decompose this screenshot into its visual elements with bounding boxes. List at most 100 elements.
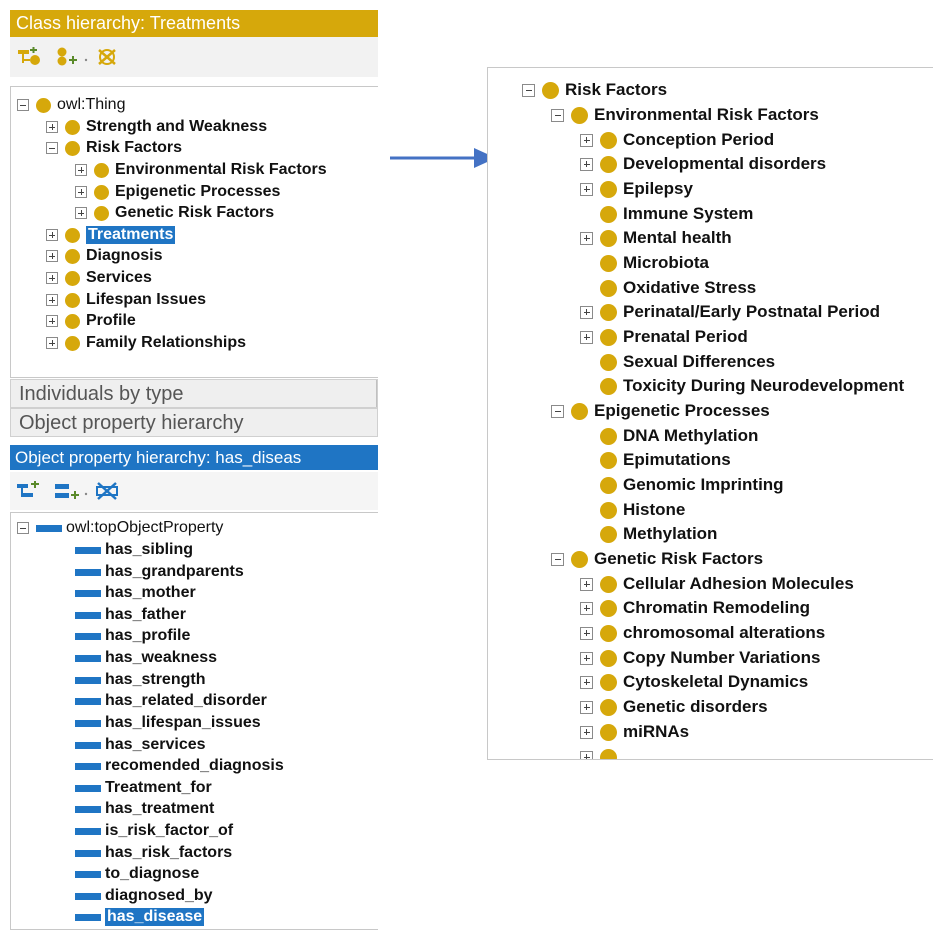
tree-node-child[interactable]: Copy Number Variations — [580, 646, 820, 670]
property-item[interactable]: has_treatment — [75, 798, 214, 820]
property-item[interactable]: has_sibling — [75, 539, 193, 561]
property-item[interactable]: has_risk_factors — [75, 842, 232, 864]
property-item[interactable]: recomended_diagnosis — [75, 755, 284, 777]
tree-node-environmental[interactable]: Environmental Risk Factors — [75, 159, 327, 181]
property-item[interactable]: to_diagnose — [75, 863, 199, 885]
tree-node-child[interactable]: Mental health — [580, 226, 732, 250]
delete-class-icon[interactable] — [94, 47, 120, 67]
expand-toggle[interactable] — [580, 725, 593, 739]
tree-node-genetic[interactable]: Genetic Risk Factors — [75, 202, 274, 224]
tree-node-child[interactable]: Cellular Adhesion Molecules — [580, 572, 854, 596]
tree-node-epigenetic[interactable]: Epigenetic Processes — [551, 399, 770, 423]
add-sibling-property-icon[interactable] — [54, 481, 80, 501]
tree-node-child[interactable]: Genetic disorders — [580, 695, 768, 719]
tree-node-child[interactable]: Methylation — [580, 522, 717, 546]
expand-toggle[interactable] — [75, 186, 87, 198]
delete-property-icon[interactable] — [94, 481, 120, 501]
property-item[interactable]: has_lifespan_issues — [75, 712, 261, 734]
collapse-toggle[interactable] — [551, 108, 564, 122]
property-item-selected[interactable]: has_disease — [75, 906, 205, 928]
tree-node-child[interactable]: miRNAs — [580, 720, 689, 744]
tree-node-lifespan-issues[interactable]: Lifespan Issues — [46, 289, 206, 311]
tree-node-child[interactable]: Microbiota — [580, 251, 709, 275]
tree-node-environmental[interactable]: Environmental Risk Factors — [551, 103, 819, 127]
tree-node-child[interactable]: Toxicity During Neurodevelopment — [580, 374, 904, 398]
property-item[interactable]: has_related_disorder — [75, 690, 267, 712]
expand-toggle[interactable] — [580, 700, 593, 714]
expand-toggle[interactable] — [46, 121, 58, 133]
expand-toggle[interactable] — [580, 651, 593, 665]
expand-toggle[interactable] — [46, 337, 58, 349]
tree-node-treatments[interactable]: Treatments — [46, 224, 176, 246]
expand-toggle[interactable] — [580, 675, 593, 689]
expand-toggle[interactable] — [46, 315, 58, 327]
expand-toggle[interactable] — [580, 330, 593, 344]
add-subproperty-icon[interactable] — [16, 480, 42, 501]
tree-node-strength-weakness[interactable]: Strength and Weakness — [46, 116, 267, 138]
tree-node-child-cutoff[interactable] — [580, 745, 623, 759]
tree-node-risk-factors[interactable]: Risk Factors — [46, 137, 182, 159]
property-item[interactable]: has_services — [75, 734, 206, 756]
expand-toggle[interactable] — [580, 182, 593, 196]
collapse-toggle[interactable] — [17, 99, 29, 111]
tree-node-child[interactable]: Immune System — [580, 202, 753, 226]
add-sibling-icon[interactable] — [54, 47, 80, 67]
tree-node-child[interactable]: Oxidative Stress — [580, 276, 756, 300]
tree-node-diagnosis[interactable]: Diagnosis — [46, 245, 162, 267]
collapse-toggle[interactable] — [522, 83, 535, 97]
property-item[interactable]: has_profile — [75, 625, 190, 647]
property-item[interactable]: has_father — [75, 604, 186, 626]
property-item[interactable]: has_grandparents — [75, 561, 244, 583]
tree-node-genetic[interactable]: Genetic Risk Factors — [551, 547, 763, 571]
property-item[interactable]: has_mother — [75, 582, 196, 604]
expand-toggle[interactable] — [580, 133, 593, 147]
tree-node-child[interactable]: Cytoskeletal Dynamics — [580, 670, 808, 694]
tree-node-services[interactable]: Services — [46, 267, 152, 289]
expand-toggle[interactable] — [580, 305, 593, 319]
tree-node-risk-factors[interactable]: Risk Factors — [522, 78, 667, 102]
collapse-toggle[interactable] — [551, 552, 564, 566]
expand-toggle[interactable] — [75, 164, 87, 176]
property-item[interactable]: has_weakness — [75, 647, 217, 669]
expand-toggle[interactable] — [75, 207, 87, 219]
class-icon — [600, 328, 617, 346]
property-item[interactable]: Treatment_for — [75, 777, 212, 799]
expand-toggle[interactable] — [46, 272, 58, 284]
tab-individuals-by-type[interactable]: Individuals by type — [10, 379, 378, 408]
tree-node-child[interactable]: Prenatal Period — [580, 325, 748, 349]
tree-node-child[interactable]: Epimutations — [580, 448, 731, 472]
expand-toggle[interactable] — [580, 231, 593, 245]
tree-node-epigenetic[interactable]: Epigenetic Processes — [75, 181, 280, 203]
tree-node-top-object-property[interactable]: owl:topObjectProperty — [17, 517, 223, 539]
property-item[interactable]: has_strength — [75, 669, 205, 691]
tree-node-child[interactable]: Conception Period — [580, 128, 774, 152]
tree-node-child[interactable]: Perinatal/Early Postnatal Period — [580, 300, 880, 324]
tree-node-child[interactable]: Chromatin Remodeling — [580, 596, 810, 620]
expand-toggle[interactable] — [46, 229, 58, 241]
expand-toggle[interactable] — [580, 601, 593, 615]
collapse-toggle[interactable] — [46, 142, 58, 154]
expand-toggle[interactable] — [46, 250, 58, 262]
tree-node-family-relationships[interactable]: Family Relationships — [46, 332, 246, 354]
expand-toggle[interactable] — [580, 157, 593, 171]
collapse-toggle[interactable] — [551, 404, 564, 418]
tree-node-child[interactable]: DNA Methylation — [580, 424, 758, 448]
expand-toggle[interactable] — [580, 626, 593, 640]
expand-toggle[interactable] — [46, 294, 58, 306]
property-icon — [75, 589, 101, 597]
property-item[interactable]: diagnosed_by — [75, 885, 213, 907]
tab-object-property-hierarchy[interactable]: Object property hierarchy — [10, 408, 378, 437]
tree-node-child[interactable]: chromosomal alterations — [580, 621, 825, 645]
expand-toggle[interactable] — [580, 750, 593, 759]
tree-node-child[interactable]: Genomic Imprinting — [580, 473, 784, 497]
tree-node-child[interactable]: Sexual Differences — [580, 350, 775, 374]
add-subclass-icon[interactable] — [16, 47, 42, 67]
tree-node-child[interactable]: Histone — [580, 498, 685, 522]
property-item[interactable]: is_risk_factor_of — [75, 820, 233, 842]
tree-node-child[interactable]: Developmental disorders — [580, 152, 826, 176]
tree-node-profile[interactable]: Profile — [46, 310, 136, 332]
expand-toggle[interactable] — [580, 577, 593, 591]
collapse-toggle[interactable] — [17, 522, 29, 534]
tree-node-child[interactable]: Epilepsy — [580, 177, 693, 201]
tree-node-owl-thing[interactable]: owl:Thing — [17, 94, 125, 116]
